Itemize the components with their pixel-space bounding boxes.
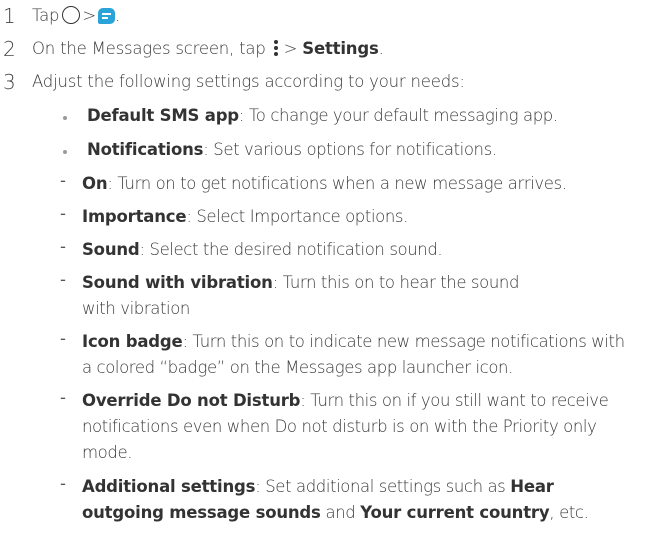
bullet-dot <box>63 150 67 154</box>
step-text: Adjust the following settings according … <box>32 72 465 91</box>
step-text: On the Messages screen, tap > Settings. <box>32 39 384 58</box>
manual-page: 1 Tap >. 2 On the Messages screen, tap > S… <box>3 4 625 522</box>
step-text: Tap >. <box>32 6 121 25</box>
step-number: 1 <box>3 4 16 28</box>
step-number: 2 <box>3 37 16 61</box>
messages-app-icon <box>97 8 115 24</box>
more-options-icon <box>270 39 282 57</box>
step-number: 3 <box>3 70 16 94</box>
bullet-dot <box>63 116 67 120</box>
home-circle-icon <box>62 6 81 24</box>
